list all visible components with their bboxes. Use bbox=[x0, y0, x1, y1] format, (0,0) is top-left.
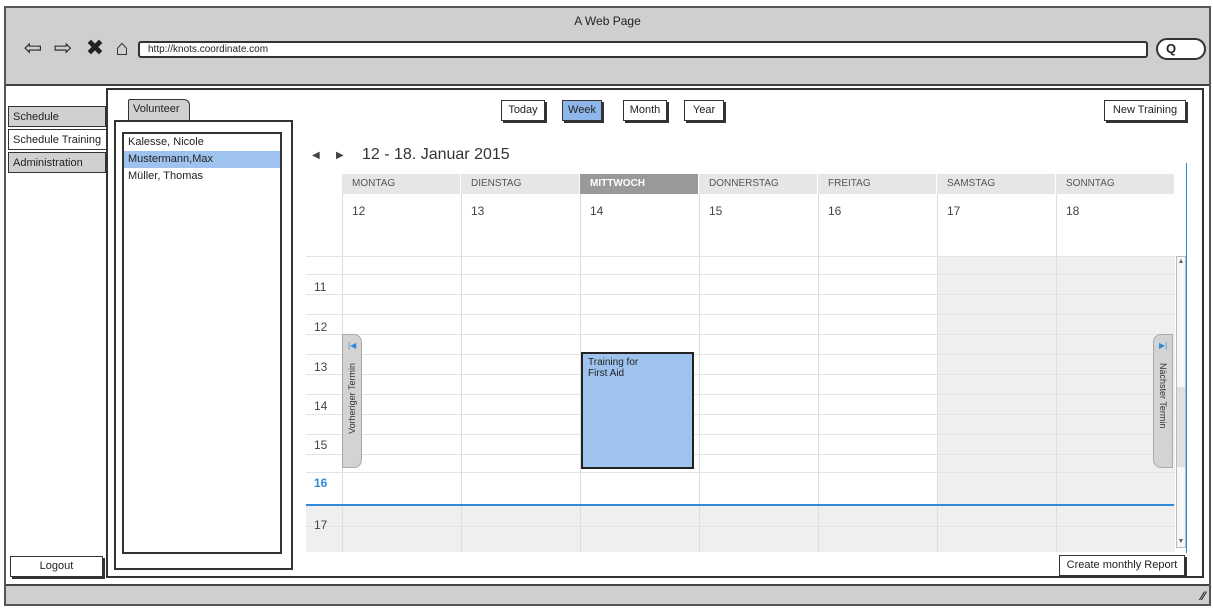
close-icon[interactable]: ✖ bbox=[82, 35, 108, 60]
grid-line bbox=[1056, 194, 1057, 552]
calendar-range-title: 12 - 18. Januar 2015 bbox=[362, 146, 510, 163]
volunteer-list: Kalesse, Nicole Mustermann,Max Müller, T… bbox=[122, 132, 282, 554]
scroll-up-icon[interactable]: ▲ bbox=[1177, 257, 1185, 267]
next-appointment-label: Nächster Termin bbox=[1158, 363, 1168, 429]
scroll-down-icon[interactable]: ▼ bbox=[1177, 537, 1185, 547]
home-icon[interactable]: ⌂ bbox=[109, 35, 135, 60]
grid-line bbox=[699, 194, 700, 552]
day-date-sun: 18 bbox=[1066, 204, 1080, 218]
day-date-wed: 14 bbox=[590, 204, 604, 218]
grid-line bbox=[306, 472, 1174, 473]
grid-line bbox=[306, 526, 1174, 527]
day-header-wed[interactable]: MITTWOCH bbox=[580, 174, 698, 194]
current-time-line bbox=[306, 504, 1174, 506]
today-button[interactable]: Today bbox=[501, 100, 545, 121]
event-title-line1: Training for bbox=[588, 357, 639, 368]
day-header-sat[interactable]: SAMSTAG bbox=[937, 174, 1055, 194]
list-item[interactable]: Mustermann,Max bbox=[124, 151, 280, 168]
hour-label: 17 bbox=[314, 518, 328, 532]
grid-line bbox=[818, 194, 819, 552]
sidebar-item-administration[interactable]: Administration bbox=[8, 152, 106, 173]
window-title: A Web Page bbox=[574, 14, 641, 28]
grid-line bbox=[937, 194, 938, 552]
grid-line bbox=[306, 294, 1174, 295]
hour-label: 15 bbox=[314, 438, 328, 452]
previous-appointment-button[interactable]: |◀ Vorheriger Termin bbox=[342, 334, 362, 468]
hour-label-current: 16 bbox=[314, 476, 328, 490]
create-monthly-report-button[interactable]: Create monthly Report bbox=[1059, 555, 1185, 576]
grid-line bbox=[306, 434, 1174, 435]
day-date-tue: 13 bbox=[471, 204, 485, 218]
event-title-line2: First Aid bbox=[588, 368, 625, 379]
grid-line bbox=[306, 334, 1174, 335]
after-hours-shading bbox=[306, 506, 1174, 552]
grid-line bbox=[306, 454, 1174, 455]
grid-line bbox=[306, 394, 1174, 395]
resize-handle-icon[interactable]: ⁄⁄ bbox=[1201, 589, 1205, 603]
list-item[interactable]: Kalesse, Nicole bbox=[124, 134, 280, 151]
scrollbar-thumb[interactable] bbox=[1177, 387, 1185, 467]
logout-button[interactable]: Logout bbox=[10, 556, 103, 577]
grid-line bbox=[306, 374, 1174, 375]
back-arrow-icon[interactable]: ⇦ bbox=[20, 35, 46, 60]
day-date-fri: 16 bbox=[828, 204, 842, 218]
week-button[interactable]: Week bbox=[562, 100, 602, 121]
prev-week-icon[interactable]: ◀ bbox=[312, 150, 320, 161]
jump-first-icon: |◀ bbox=[348, 341, 357, 350]
day-header-thu[interactable]: DONNERSTAG bbox=[699, 174, 817, 194]
status-bar: ⁄⁄ bbox=[6, 584, 1209, 604]
day-header-fri[interactable]: FREITAG bbox=[818, 174, 936, 194]
day-date-thu: 15 bbox=[709, 204, 723, 218]
jump-last-icon: ▶| bbox=[1159, 341, 1168, 350]
calendar-right-border bbox=[1186, 163, 1187, 553]
grid-line bbox=[306, 314, 1174, 315]
sidebar-item-schedule[interactable]: Schedule bbox=[8, 106, 106, 127]
grid-line bbox=[306, 414, 1174, 415]
hour-label: 14 bbox=[314, 399, 328, 413]
month-button[interactable]: Month bbox=[623, 100, 667, 121]
calendar-scrollbar[interactable]: ▲ ▼ bbox=[1176, 256, 1186, 548]
training-event[interactable]: Training for First Aid bbox=[581, 352, 694, 469]
hour-label: 11 bbox=[314, 280, 327, 294]
day-header-tue[interactable]: DIENSTAG bbox=[461, 174, 579, 194]
grid-line bbox=[306, 354, 1174, 355]
next-appointment-button[interactable]: ▶| Nächster Termin bbox=[1153, 334, 1173, 468]
search-icon[interactable]: Q bbox=[1156, 38, 1206, 60]
week-calendar: MONTAG DIENSTAG MITTWOCH DONNERSTAG FREI… bbox=[300, 170, 1175, 552]
grid-line bbox=[306, 256, 1174, 257]
grid-line bbox=[461, 194, 462, 552]
year-button[interactable]: Year bbox=[684, 100, 724, 121]
volunteer-panel: Kalesse, Nicole Mustermann,Max Müller, T… bbox=[114, 120, 293, 570]
next-week-icon[interactable]: ▶ bbox=[336, 150, 344, 161]
previous-appointment-label: Vorheriger Termin bbox=[347, 363, 357, 434]
new-training-button[interactable]: New Training bbox=[1104, 100, 1186, 121]
day-date-mon: 12 bbox=[352, 204, 366, 218]
day-header-mon[interactable]: MONTAG bbox=[342, 174, 460, 194]
hour-label: 13 bbox=[314, 360, 328, 374]
grid-line bbox=[306, 274, 1174, 275]
browser-toolbar: A Web Page ⇦ ⇨ ✖ ⌂ http://knots.coordina… bbox=[6, 8, 1209, 86]
tab-volunteer[interactable]: Volunteer bbox=[128, 99, 190, 121]
sidebar-item-schedule-training[interactable]: Schedule Training bbox=[8, 129, 106, 150]
day-date-sat: 17 bbox=[947, 204, 961, 218]
list-item[interactable]: Müller, Thomas bbox=[124, 168, 280, 185]
url-field[interactable]: http://knots.coordinate.com bbox=[138, 41, 1148, 58]
day-header-sun[interactable]: SONNTAG bbox=[1056, 174, 1174, 194]
forward-arrow-icon[interactable]: ⇨ bbox=[50, 35, 76, 60]
hour-label: 12 bbox=[314, 320, 328, 334]
